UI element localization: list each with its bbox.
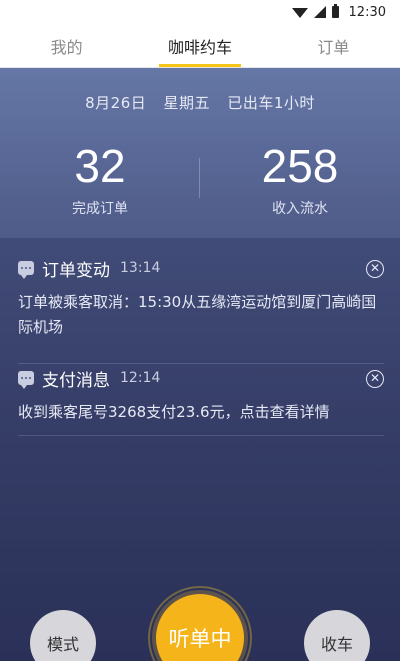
summary-duration: 已出车1小时 [227,94,315,112]
tab-coffee-ride[interactable]: 咖啡约车 [133,24,266,67]
status-bar: 12:30 [0,0,400,24]
close-icon[interactable]: ✕ [366,370,384,388]
stat-income-value: 258 [261,140,339,192]
stat-orders-value: 32 [74,140,126,192]
tab-mine[interactable]: 我的 [0,24,133,67]
summary-date: 8月26日 [85,94,147,112]
wifi-icon [291,8,308,18]
top-tabs: 我的 咖啡约车 订单 [0,24,400,68]
message-header: 订单变动 13:14 ✕ [18,254,384,282]
message-item[interactable]: 支付消息 12:14 ✕ 收到乘客尾号3268支付23.6元，点击查看详情 [18,364,384,436]
message-time: 13:14 [120,260,161,276]
chat-icon [18,261,34,279]
message-body: 订单被乘客取消：15:30从五缘湾运动馆到厦门高崎国际机场 [18,293,377,336]
close-icon[interactable]: ✕ [366,260,384,278]
stat-income[interactable]: 258 收入流水 [200,140,400,218]
signal-icon [313,6,326,18]
summary-line: 8月26日 星期五 已出车1小时 [0,92,400,113]
stat-income-label: 收入流水 [272,201,328,217]
message-header: 支付消息 12:14 ✕ [18,364,384,392]
stats-row: 32 完成订单 258 收入流水 [0,140,400,220]
chat-icon [18,371,34,389]
message-item[interactable]: 订单变动 13:14 ✕ 订单被乘客取消：15:30从五缘湾运动馆到厦门高崎国际… [18,254,384,364]
message-title: 订单变动 [42,260,110,281]
main-panel: 8月26日 星期五 已出车1小时 32 完成订单 258 收入流水 订单变动 1… [0,68,400,661]
stat-orders[interactable]: 32 完成订单 [0,140,200,218]
tab-orders[interactable]: 订单 [267,24,400,67]
message-title: 支付消息 [42,370,110,391]
message-time: 12:14 [120,370,161,386]
battery-icon [331,4,339,18]
message-body: 收到乘客尾号3268支付23.6元，点击查看详情 [18,403,330,421]
summary-weekday: 星期五 [163,94,211,112]
status-time: 12:30 [348,4,386,20]
stat-orders-label: 完成订单 [72,201,128,217]
